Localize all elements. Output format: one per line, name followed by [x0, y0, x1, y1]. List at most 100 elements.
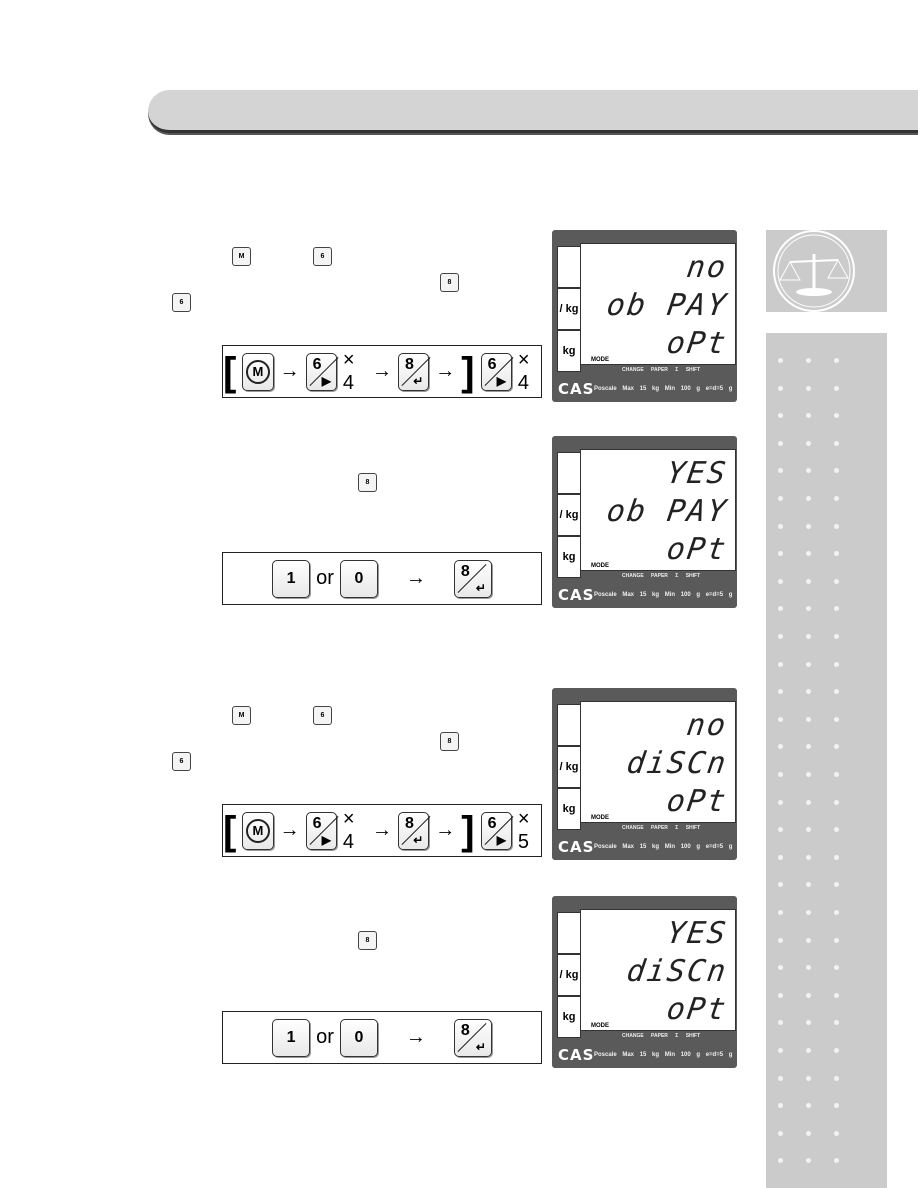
decorative-dot	[778, 992, 783, 998]
lcd-unit-cell: / kg	[557, 494, 581, 536]
decorative-dot	[806, 468, 811, 474]
decorative-dot	[806, 772, 811, 777]
key-symbol: ▶	[496, 832, 506, 847]
key-8-enter-icon: 8 ↵	[453, 559, 492, 598]
decorative-dot	[806, 854, 811, 860]
sidebar-dot-panel	[766, 333, 887, 1188]
decorative-dot	[778, 799, 783, 805]
key-sequence: [M → 6 ▶ × 4 → 8 ↵ →] 6 ▶ × 4	[222, 345, 542, 398]
lcd-unit-cell	[557, 912, 581, 954]
key-number: 6	[312, 355, 322, 373]
key-6-right-icon: 6	[313, 247, 332, 266]
decorative-dot	[806, 440, 811, 446]
key-sequence: [M → 6 ▶ × 4 → 8 ↵ →] 6 ▶ × 5	[222, 804, 542, 857]
lcd-line: oPt	[664, 532, 730, 567]
key-number: 6	[487, 814, 497, 832]
key-symbol: ▶	[496, 373, 506, 388]
decorative-dot	[834, 634, 839, 639]
repeat-count: × 4	[517, 348, 530, 394]
key-6-right-icon: 6 ▶	[480, 352, 512, 391]
lcd-annunciators: CHANGE PAPER Σ SHIFT	[622, 573, 701, 579]
lcd-line: no	[684, 250, 730, 285]
cas-logo: CAS	[558, 380, 595, 398]
decorative-dot	[834, 661, 839, 667]
lcd-display: / kg kg no ob PAY oPt MODE CHANGE PAPER Σ SHIF…	[552, 230, 737, 402]
decorative-dot	[778, 772, 783, 777]
decorative-dot	[806, 882, 811, 888]
decorative-dot	[778, 854, 783, 860]
lcd-line: ob PAY	[604, 288, 730, 323]
decorative-dot	[778, 882, 783, 888]
key-sequence: 1 or 0 → 8 ↵	[222, 552, 542, 605]
decorative-dot	[778, 910, 783, 915]
key-6-right-icon: 6	[172, 293, 191, 312]
key-number: 6	[487, 355, 497, 373]
bracket-close: ]	[461, 349, 475, 394]
decorative-dot	[806, 716, 811, 722]
decorative-dot	[806, 1103, 811, 1109]
lcd-line: no	[684, 708, 730, 743]
key-8-enter-icon: 8	[358, 473, 377, 492]
decorative-dot	[778, 716, 783, 722]
key-6-right-icon: 6	[313, 706, 332, 725]
decorative-dot	[834, 1075, 839, 1081]
decorative-dot	[834, 358, 839, 363]
decorative-dot	[806, 606, 811, 612]
decorative-dot	[834, 523, 839, 529]
decorative-dot	[806, 992, 811, 998]
lcd-unit-cell: / kg	[557, 746, 581, 788]
section-header-bar	[148, 90, 918, 133]
bracket-open: [	[223, 808, 237, 853]
lcd-line: ob PAY	[604, 494, 730, 529]
decorative-dot	[778, 1075, 783, 1081]
key-symbol: ▶	[321, 373, 331, 388]
decorative-dot	[834, 1020, 839, 1026]
lcd-unit-cell: kg	[557, 536, 581, 578]
bracket-open: [	[223, 349, 237, 394]
decorative-dot	[806, 661, 811, 667]
or-label: or	[316, 567, 334, 589]
decorative-dot	[834, 992, 839, 998]
lcd-spec-text: Poscale Max 15 kg Min 100 g e=d=5 g	[594, 844, 733, 850]
decorative-dot	[806, 551, 811, 557]
scale-of-justice-icon	[773, 230, 855, 312]
decorative-dot	[778, 1130, 783, 1136]
lcd-unit-cell	[557, 704, 581, 746]
key-number: 8	[405, 814, 414, 832]
mode-key-icon: M	[232, 706, 251, 725]
decorative-dot	[778, 523, 783, 529]
decorative-dot	[778, 965, 783, 971]
decorative-dot	[806, 799, 811, 805]
decorative-dot	[834, 910, 839, 915]
arrow: →	[405, 1026, 426, 1048]
lcd-unit-cell: kg	[557, 330, 581, 372]
decorative-dot	[834, 1048, 839, 1053]
lcd-line: YES	[664, 916, 730, 951]
lcd-line: YES	[664, 456, 730, 491]
lcd-display: / kg kg YES ob PAY oPt MODE CHANGE PAPER Σ SHI…	[552, 436, 737, 608]
or-label: or	[316, 1026, 334, 1048]
key-6-right-icon: 6	[172, 752, 191, 771]
decorative-dot	[778, 606, 783, 612]
decorative-dot	[834, 578, 839, 584]
decorative-dot	[834, 606, 839, 612]
lcd-line: oPt	[664, 784, 730, 819]
key-6-right-icon: 6 ▶	[480, 811, 512, 850]
decorative-dot	[834, 496, 839, 501]
key-sequence: 1 or 0 → 8 ↵	[222, 1011, 542, 1064]
decorative-dot	[806, 965, 811, 971]
lcd-screen: YES ob PAY oPt MODE	[580, 449, 736, 571]
decorative-dot	[778, 551, 783, 557]
bracket-close: ]	[461, 808, 475, 853]
arrow: →	[435, 360, 456, 382]
key-symbol: ↵	[475, 580, 486, 595]
decorative-dot	[834, 799, 839, 805]
lcd-screen: no diSCn oPt MODE	[580, 701, 736, 823]
decorative-dot	[834, 827, 839, 833]
decorative-dot	[806, 910, 811, 915]
cas-logo: CAS	[558, 1046, 595, 1064]
lcd-annunciators: CHANGE PAPER Σ SHIFT	[622, 825, 701, 831]
key-symbol: ↵	[413, 373, 424, 388]
decorative-dot	[778, 385, 783, 391]
decorative-dot	[778, 689, 783, 695]
